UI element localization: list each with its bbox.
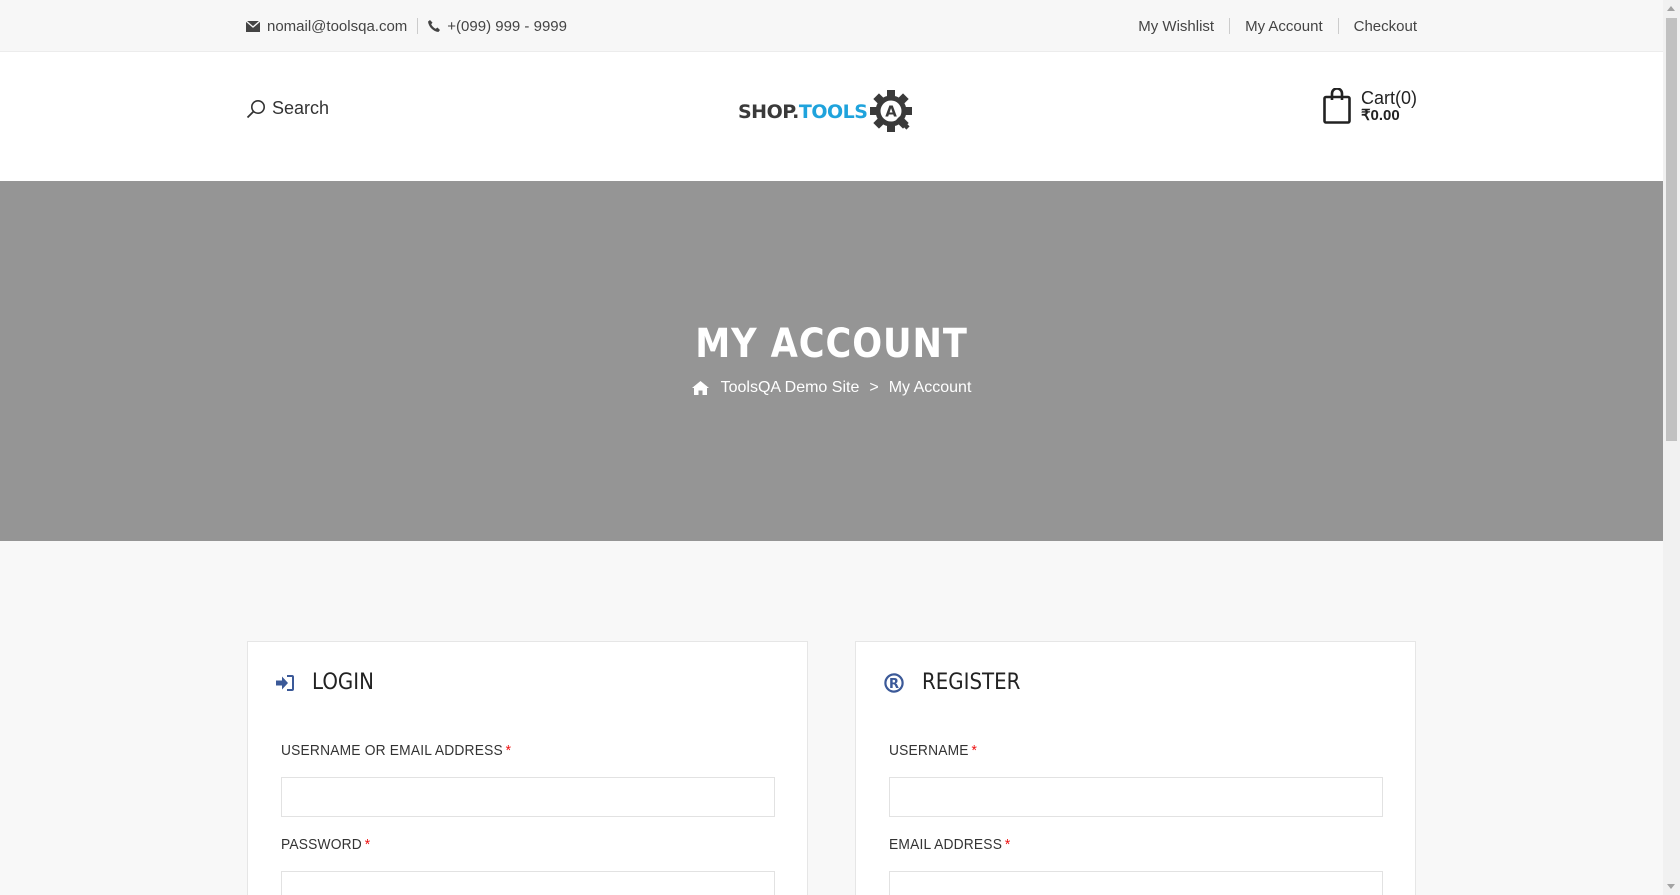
login-heading: LOGIN: [276, 670, 381, 695]
my-account-link[interactable]: My Account: [1245, 18, 1323, 35]
email-text: nomail@toolsqa.com: [267, 17, 408, 35]
top-bar: nomail@toolsqa.com +(099) 999 - 9999 My …: [0, 0, 1663, 52]
checkout-link[interactable]: Checkout: [1354, 18, 1417, 35]
site-logo[interactable]: SHOP. TOOLS A: [738, 89, 916, 135]
cart-button[interactable]: Cart(0) ₹0.00: [1323, 88, 1417, 124]
search-icon: [246, 99, 265, 118]
register-username-label: USERNAME *: [889, 742, 978, 759]
page-scrollbar[interactable]: [1663, 0, 1680, 895]
breadcrumb: ToolsQA Demo Site > My Account: [0, 379, 1663, 397]
sign-in-icon: [276, 674, 294, 691]
login-password-field[interactable]: [281, 871, 775, 895]
contact-email: nomail@toolsqa.com: [246, 18, 407, 35]
login-password-label: PASSWORD *: [281, 836, 371, 853]
cart-count: Cart(0): [1360, 87, 1417, 108]
svg-text:R: R: [889, 676, 899, 691]
phone-icon: [428, 20, 441, 32]
breadcrumb-current: My Account: [888, 379, 972, 396]
login-title: LOGIN: [312, 670, 374, 695]
svg-text:A: A: [886, 103, 898, 121]
gear-logo-icon: A: [870, 90, 913, 132]
login-username-field[interactable]: [281, 777, 775, 817]
register-email-field[interactable]: [889, 871, 1383, 895]
registered-icon: R: [884, 672, 904, 693]
page-title: MY ACCOUNT: [695, 321, 968, 367]
wishlist-link[interactable]: My Wishlist: [1138, 18, 1214, 35]
register-email-label: EMAIL ADDRESS *: [889, 836, 1011, 853]
contact-info: nomail@toolsqa.com +(099) 999 - 9999: [246, 18, 567, 35]
scrollbar-thumb[interactable]: [1666, 18, 1677, 441]
envelope-icon: [246, 20, 260, 32]
scroll-down-arrow[interactable]: [1667, 884, 1675, 889]
login-password-input[interactable]: [282, 872, 774, 895]
search-button[interactable]: Search: [246, 98, 329, 119]
phone-text: +(099) 999 - 9999: [447, 17, 567, 35]
top-links: My Wishlist My Account Checkout: [1138, 18, 1417, 35]
search-label: Search: [272, 98, 330, 118]
register-username-input[interactable]: [890, 778, 1382, 816]
cart-total: ₹0.00: [1360, 106, 1400, 124]
breadcrumb-home-link[interactable]: ToolsQA Demo Site: [721, 379, 860, 397]
page-hero: MY ACCOUNT ToolsQA Demo Site > My Accoun…: [0, 181, 1663, 541]
logo-text-shop: SHOP.: [738, 101, 799, 123]
register-title: REGISTER: [922, 670, 1021, 695]
scroll-up-arrow[interactable]: [1667, 6, 1675, 11]
register-username-field[interactable]: [889, 777, 1383, 817]
home-icon: [691, 381, 709, 395]
register-panel: R REGISTER USERNAME * EMAIL ADDRESS *: [855, 641, 1416, 895]
logo-text-tools: TOOLS: [798, 101, 868, 123]
breadcrumb-separator: >: [869, 379, 879, 396]
contact-phone: +(099) 999 - 9999: [428, 18, 567, 35]
register-heading: R REGISTER: [884, 670, 1031, 695]
login-username-input[interactable]: [282, 778, 774, 816]
login-panel: LOGIN USERNAME OR EMAIL ADDRESS * PASSWOR…: [247, 641, 808, 895]
login-username-label: USERNAME OR EMAIL ADDRESS *: [281, 742, 512, 759]
site-header: Search SHOP. TOOLS A Cart(0) ₹0.00: [0, 52, 1663, 181]
cart-bag-icon: [1323, 88, 1351, 124]
register-email-input[interactable]: [890, 872, 1382, 895]
